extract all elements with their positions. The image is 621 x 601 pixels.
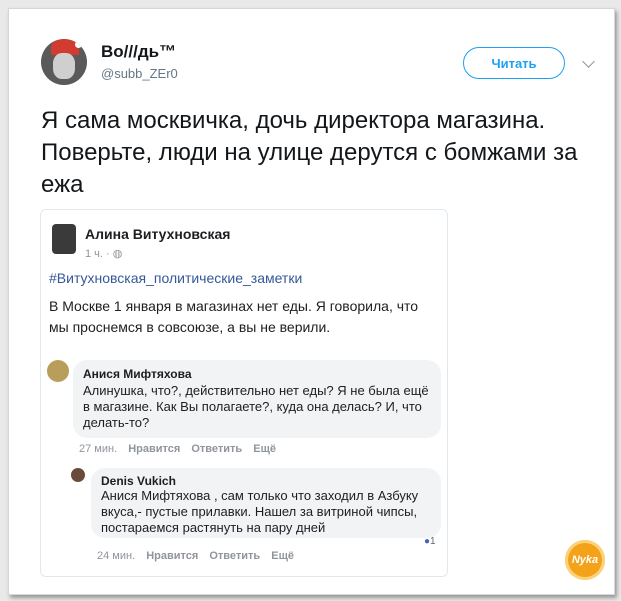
comment-text: Алинушка, что?, действительно нет еды? Я… [83,383,429,430]
comment-time: 27 мин. [79,443,118,455]
comment-avatar [71,468,85,482]
comment-meta: 24 мин. Нравится Ответить Ещё [97,550,294,562]
follow-button[interactable]: Читать [463,47,565,79]
more-link[interactable]: Ещё [253,443,276,455]
reaction-count: ●1 [424,536,436,547]
tweet-text: Я сама москвичка, дочь директора магазин… [41,107,578,198]
embedded-screenshot: Алина Витухновская 1 ч. · ◍ #Витухновска… [40,209,448,577]
comment-author: Denis Vukich [101,474,176,488]
like-link[interactable]: Нравится [128,443,180,455]
comment-author: Анися Мифтяхова [83,367,192,381]
post-time: 1 ч. · ◍ [85,248,123,260]
tweet-card: Во///дь™ @subb_ZEr0 Читать Я сама москви… [8,8,615,595]
comment-time: 24 мин. [97,550,136,562]
chevron-down-icon[interactable] [582,55,595,68]
like-link[interactable]: Нравится [146,550,198,562]
more-link[interactable]: Ещё [271,550,294,562]
author-name[interactable]: Во///дь™ [101,42,176,62]
reply-link[interactable]: Ответить [209,550,260,562]
post-author-avatar [52,224,76,254]
comment-meta: 27 мин. Нравится Ответить Ещё [79,443,276,455]
comment-text: Анися Мифтяхова , сам только что заходил… [101,488,419,535]
post-text: В Москве 1 января в магазинах нет еды. Я… [49,298,419,335]
author-handle[interactable]: @subb_ZEr0 [101,66,178,81]
author-avatar[interactable] [41,39,87,85]
watermark-logo: Nyka [565,540,605,580]
post-author-name: Алина Витухновская [85,226,231,242]
comment-avatar [47,360,69,382]
comment-bubble: Анися Мифтяхова Алинушка, что?, действит… [73,360,441,438]
comment-bubble: Denis Vukich Анися Мифтяхова , сам тольк… [91,468,441,538]
post-hashtag: #Витухновская_политические_заметки [49,270,303,286]
reply-link[interactable]: Ответить [191,443,242,455]
